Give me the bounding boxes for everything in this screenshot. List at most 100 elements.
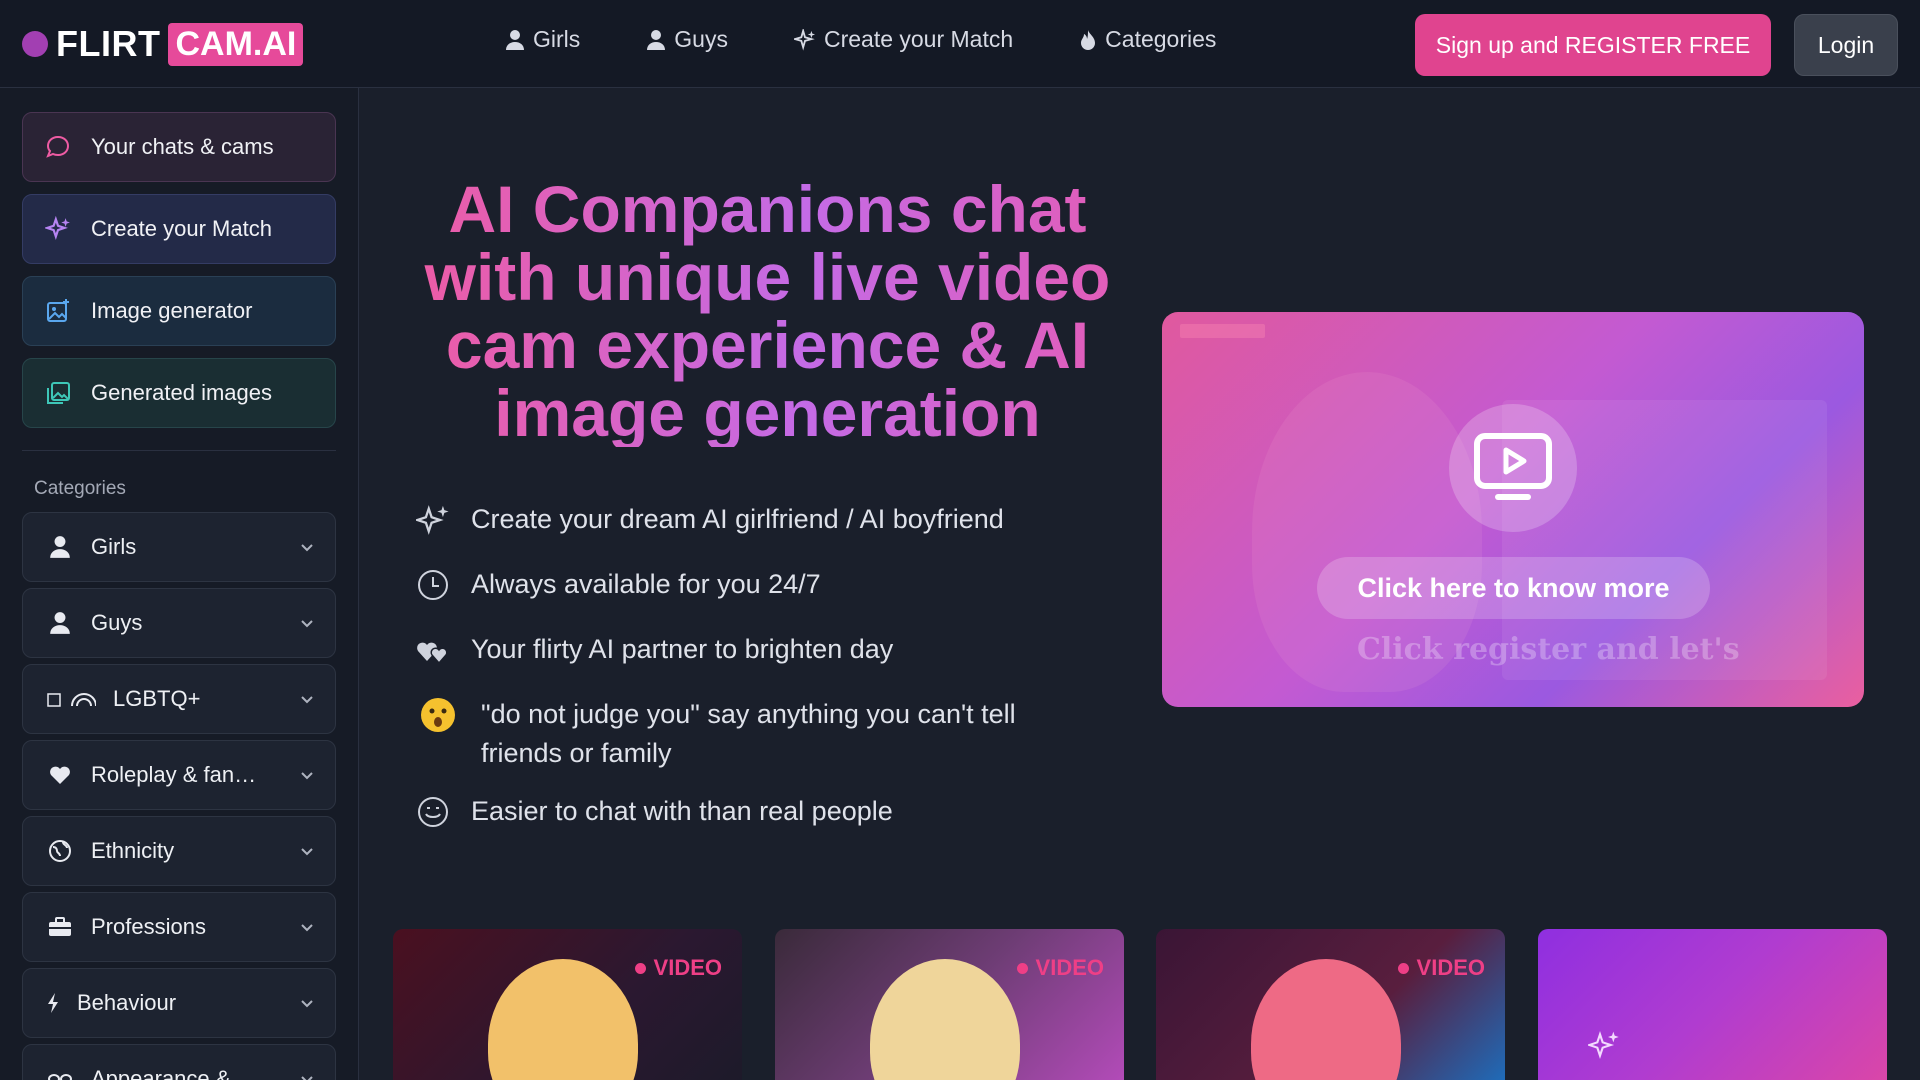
- category-label: Guys: [91, 610, 143, 635]
- video-badge-label: VIDEO: [1035, 955, 1104, 980]
- chevron-down-icon: [301, 1000, 313, 1008]
- companion-image: [488, 959, 638, 1080]
- chevron-down-icon: [301, 924, 313, 932]
- nav-guys[interactable]: Guys: [646, 26, 728, 53]
- nav-create-match[interactable]: Create your Match: [793, 26, 1014, 53]
- feature-text: Your flirty AI partner to brighten day: [471, 634, 894, 664]
- sparkle-icon: [413, 500, 453, 540]
- companion-image: [1251, 959, 1401, 1080]
- feature-item: Easier to chat with than real people: [413, 792, 893, 832]
- rainbow-icon: [45, 688, 97, 710]
- globe-icon: [45, 839, 75, 863]
- sidebar: Your chats & cams Create your Match Imag…: [0, 88, 359, 1080]
- feature-text: Easier to chat with than real people: [471, 796, 893, 826]
- nav-girls-label: Girls: [533, 26, 581, 52]
- chat-bubble-icon: [46, 135, 70, 158]
- hushed-face-icon: [413, 695, 463, 735]
- play-button[interactable]: [1449, 404, 1577, 532]
- clock-icon: [413, 565, 453, 605]
- register-button[interactable]: Sign up and REGISTER FREE: [1415, 14, 1771, 76]
- companion-thumbnail[interactable]: VIDEO: [393, 929, 742, 1080]
- logo-dot-icon: [22, 31, 48, 57]
- companion-image: [870, 959, 1020, 1080]
- video-badge: VIDEO: [1397, 955, 1485, 981]
- hearts-icon: [413, 630, 453, 670]
- video-badge-label: VIDEO: [653, 955, 722, 980]
- nav-guys-label: Guys: [674, 26, 728, 52]
- category-lgbtq[interactable]: LGBTQ+: [22, 664, 336, 734]
- image-plus-icon: [47, 299, 69, 322]
- know-more-button[interactable]: Click here to know more: [1317, 557, 1710, 619]
- companion-thumbnail[interactable]: VIDEO: [775, 929, 1124, 1080]
- user-icon: [647, 29, 666, 50]
- briefcase-icon: [45, 916, 75, 938]
- lightning-icon: [45, 992, 61, 1014]
- heart-icon: [45, 765, 75, 785]
- video-badge: VIDEO: [1016, 955, 1104, 981]
- user-icon: [45, 611, 75, 635]
- sidebar-item-chats-cams[interactable]: Your chats & cams: [22, 112, 336, 182]
- video-badge-label: VIDEO: [1416, 955, 1485, 980]
- sidebar-item-create-match[interactable]: Create your Match: [22, 194, 336, 264]
- live-dot-icon: [634, 962, 646, 974]
- category-label: Professions: [91, 914, 206, 939]
- video-badge: VIDEO: [634, 955, 722, 981]
- chevron-down-icon: [301, 772, 313, 780]
- category-label: Girls: [91, 534, 137, 559]
- sidebar-item-generated-images[interactable]: Generated images: [22, 358, 336, 428]
- feature-item: Create your dream AI girlfriend / AI boy…: [413, 500, 1004, 540]
- category-label: LGBTQ+: [113, 686, 201, 711]
- background-logo-ghost: [1180, 324, 1265, 338]
- category-appearance[interactable]: Appearance &: [22, 1044, 336, 1080]
- category-behaviour[interactable]: Behaviour: [22, 968, 336, 1038]
- chevron-down-icon: [301, 620, 313, 628]
- live-dot-icon: [1016, 962, 1028, 974]
- category-girls[interactable]: Girls: [22, 512, 336, 582]
- hero-title: AI Companions chat with unique live vide…: [400, 175, 1135, 447]
- logo-text-camai: CAM.AI: [168, 22, 304, 66]
- chevron-down-icon: [301, 848, 313, 856]
- sparkle-icon: [45, 216, 70, 241]
- site-logo[interactable]: FLIRT CAM.AI: [22, 18, 304, 70]
- category-label: Roleplay & fan…: [91, 762, 257, 787]
- category-professions[interactable]: Professions: [22, 892, 336, 962]
- feature-text: Create your dream AI girlfriend / AI boy…: [471, 504, 1004, 534]
- sidebar-item-label: Generated images: [91, 380, 272, 405]
- user-icon: [506, 29, 524, 50]
- feature-item: Your flirty AI partner to brighten day: [413, 630, 893, 670]
- category-guys[interactable]: Guys: [22, 588, 336, 658]
- sidebar-item-label: Image generator: [91, 298, 253, 323]
- companion-thumbnail[interactable]: VIDEO: [1156, 929, 1505, 1080]
- video-overlay-text: Click register and let's: [1357, 632, 1740, 667]
- flame-icon: [1081, 29, 1096, 50]
- nav-girls[interactable]: Girls: [505, 26, 580, 53]
- promo-video-card[interactable]: Click here to know more Click register a…: [1162, 312, 1864, 707]
- category-ethnicity[interactable]: Ethnicity: [22, 816, 336, 886]
- sidebar-item-label: Create your Match: [91, 216, 272, 241]
- top-nav: Girls Guys Create your Match Categories: [505, 26, 1282, 53]
- images-icon: [47, 382, 70, 404]
- create-match-thumbnail[interactable]: [1538, 929, 1887, 1080]
- category-label: Behaviour: [77, 990, 177, 1015]
- play-screen-icon: [1474, 433, 1552, 500]
- sidebar-item-image-generator[interactable]: Image generator: [22, 276, 336, 346]
- category-label: Ethnicity: [91, 838, 175, 863]
- nav-categories-label: Categories: [1105, 26, 1217, 52]
- chevron-down-icon: [301, 696, 313, 704]
- user-icon: [45, 535, 75, 559]
- smile-icon: [413, 792, 453, 832]
- nav-categories[interactable]: Categories: [1079, 26, 1216, 53]
- sidebar-divider: [22, 450, 336, 451]
- feature-text: "do not judge you" say anything you can'…: [481, 699, 1016, 768]
- category-roleplay[interactable]: Roleplay & fan…: [22, 740, 336, 810]
- sparkle-icon: [1588, 1030, 1619, 1060]
- nav-create-match-label: Create your Match: [823, 26, 1014, 52]
- sparkle-icon: [793, 28, 816, 51]
- logo-text-flirt: FLIRT: [56, 23, 161, 64]
- categories-heading: Categories: [34, 478, 126, 499]
- login-button[interactable]: Login: [1794, 14, 1898, 76]
- chevron-down-icon: [301, 544, 313, 552]
- feature-item: Always available for you 24/7: [413, 565, 821, 605]
- eyes-icon: [45, 1071, 75, 1080]
- feature-text: Always available for you 24/7: [471, 569, 821, 599]
